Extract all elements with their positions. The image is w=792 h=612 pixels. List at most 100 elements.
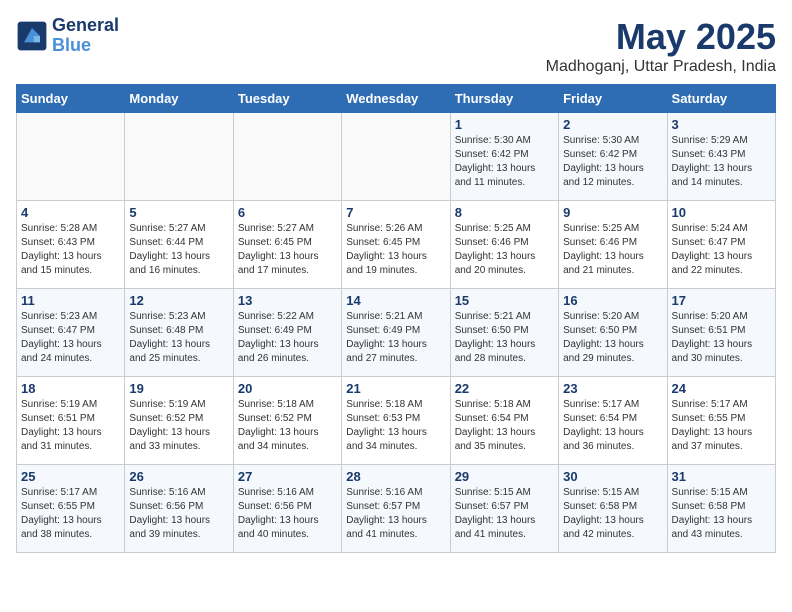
logo-line2: Blue [52,36,119,56]
day-number: 20 [238,381,337,396]
day-cell: 8Sunrise: 5:25 AM Sunset: 6:46 PM Daylig… [450,201,558,289]
day-cell: 16Sunrise: 5:20 AM Sunset: 6:50 PM Dayli… [559,289,667,377]
week-row-3: 11 Sunrise: 5:23 AM Sunset: 6:47 PM Dayli… [17,289,776,377]
calendar-title: May 2025 [546,16,776,58]
day-info: Sunrise: 5:17 AM Sunset: 6:54 PM Dayligh… [563,398,662,454]
day-number: 2 [563,117,662,132]
day-cell [233,113,341,201]
day-cell: 28Sunrise: 5:16 AM Sunset: 6:57 PM Dayli… [342,465,450,553]
day-info: Sunrise: 5:27 AM Sunset: 6:44 PM Dayligh… [129,222,228,278]
logo-icon [16,20,48,52]
week-row-4: 18 Sunrise: 5:19 AM Sunset: 6:51 PM Dayli… [17,377,776,465]
day-cell: 20 Sunrise: 5:18 AM Sunset: 6:52 PM Dayli… [233,377,341,465]
day-info: Sunrise: 5:30 AM Sunset: 6:42 PM Dayligh… [563,134,662,190]
day-cell: 11 Sunrise: 5:23 AM Sunset: 6:47 PM Dayli… [17,289,125,377]
day-cell [342,113,450,201]
day-cell: 17 Sunrise: 5:20 AM Sunset: 6:51 PM Dayli… [667,289,775,377]
day-cell: 14 Sunrise: 5:21 AM Sunset: 6:49 PM Dayli… [342,289,450,377]
logo-line1: General [52,16,119,36]
day-info: Sunrise: 5:15 AM Sunset: 6:58 PM Dayligh… [563,486,662,542]
day-number: 26 [129,469,228,484]
day-info: Sunrise: 5:18 AM Sunset: 6:52 PM Dayligh… [238,398,337,454]
day-info: Sunrise: 5:17 AM Sunset: 6:55 PM Dayligh… [21,486,120,542]
calendar-subtitle: Madhoganj, Uttar Pradesh, India [546,58,776,76]
day-info: Sunrise: 5:22 AM Sunset: 6:49 PM Dayligh… [238,310,337,366]
day-number: 4 [21,205,120,220]
week-row-5: 25Sunrise: 5:17 AM Sunset: 6:55 PM Dayli… [17,465,776,553]
weekday-header-row: SundayMondayTuesdayWednesdayThursdayFrid… [17,85,776,113]
day-cell: 19 Sunrise: 5:19 AM Sunset: 6:52 PM Dayli… [125,377,233,465]
day-number: 13 [238,293,337,308]
day-info: Sunrise: 5:21 AM Sunset: 6:49 PM Dayligh… [346,310,445,366]
day-number: 31 [672,469,771,484]
day-cell: 23 Sunrise: 5:17 AM Sunset: 6:54 PM Dayli… [559,377,667,465]
day-info: Sunrise: 5:23 AM Sunset: 6:48 PM Dayligh… [129,310,228,366]
day-cell: 21Sunrise: 5:18 AM Sunset: 6:53 PM Dayli… [342,377,450,465]
day-number: 6 [238,205,337,220]
day-cell: 24Sunrise: 5:17 AM Sunset: 6:55 PM Dayli… [667,377,775,465]
day-number: 19 [129,381,228,396]
day-number: 23 [563,381,662,396]
day-number: 14 [346,293,445,308]
day-number: 29 [455,469,554,484]
day-number: 3 [672,117,771,132]
day-info: Sunrise: 5:28 AM Sunset: 6:43 PM Dayligh… [21,222,120,278]
day-cell: 7Sunrise: 5:26 AM Sunset: 6:45 PM Daylig… [342,201,450,289]
day-number: 12 [129,293,228,308]
day-cell: 5 Sunrise: 5:27 AM Sunset: 6:44 PM Daylig… [125,201,233,289]
day-number: 17 [672,293,771,308]
weekday-sunday: Sunday [17,85,125,113]
day-info: Sunrise: 5:24 AM Sunset: 6:47 PM Dayligh… [672,222,771,278]
calendar-table: SundayMondayTuesdayWednesdayThursdayFrid… [16,84,776,553]
logo-text: General Blue [52,16,119,56]
day-number: 28 [346,469,445,484]
day-info: Sunrise: 5:23 AM Sunset: 6:47 PM Dayligh… [21,310,120,366]
day-info: Sunrise: 5:29 AM Sunset: 6:43 PM Dayligh… [672,134,771,190]
weekday-saturday: Saturday [667,85,775,113]
page-header: General Blue May 2025 Madhoganj, Uttar P… [16,16,776,76]
day-info: Sunrise: 5:20 AM Sunset: 6:50 PM Dayligh… [563,310,662,366]
day-cell: 22Sunrise: 5:18 AM Sunset: 6:54 PM Dayli… [450,377,558,465]
day-cell: 6 Sunrise: 5:27 AM Sunset: 6:45 PM Daylig… [233,201,341,289]
day-cell: 27 Sunrise: 5:16 AM Sunset: 6:56 PM Dayli… [233,465,341,553]
day-cell: 29 Sunrise: 5:15 AM Sunset: 6:57 PM Dayli… [450,465,558,553]
logo: General Blue [16,16,119,56]
day-cell: 4 Sunrise: 5:28 AM Sunset: 6:43 PM Daylig… [17,201,125,289]
day-cell: 10Sunrise: 5:24 AM Sunset: 6:47 PM Dayli… [667,201,775,289]
day-number: 15 [455,293,554,308]
day-info: Sunrise: 5:19 AM Sunset: 6:52 PM Dayligh… [129,398,228,454]
day-info: Sunrise: 5:15 AM Sunset: 6:57 PM Dayligh… [455,486,554,542]
day-number: 30 [563,469,662,484]
day-info: Sunrise: 5:20 AM Sunset: 6:51 PM Dayligh… [672,310,771,366]
day-number: 18 [21,381,120,396]
day-info: Sunrise: 5:27 AM Sunset: 6:45 PM Dayligh… [238,222,337,278]
calendar-body: 1Sunrise: 5:30 AM Sunset: 6:42 PM Daylig… [17,113,776,553]
day-cell: 3 Sunrise: 5:29 AM Sunset: 6:43 PM Daylig… [667,113,775,201]
day-info: Sunrise: 5:15 AM Sunset: 6:58 PM Dayligh… [672,486,771,542]
day-cell: 31 Sunrise: 5:15 AM Sunset: 6:58 PM Dayli… [667,465,775,553]
day-cell: 26Sunrise: 5:16 AM Sunset: 6:56 PM Dayli… [125,465,233,553]
day-info: Sunrise: 5:21 AM Sunset: 6:50 PM Dayligh… [455,310,554,366]
weekday-friday: Friday [559,85,667,113]
day-number: 11 [21,293,120,308]
day-info: Sunrise: 5:19 AM Sunset: 6:51 PM Dayligh… [21,398,120,454]
day-number: 7 [346,205,445,220]
weekday-wednesday: Wednesday [342,85,450,113]
day-number: 24 [672,381,771,396]
week-row-1: 1Sunrise: 5:30 AM Sunset: 6:42 PM Daylig… [17,113,776,201]
weekday-monday: Monday [125,85,233,113]
day-number: 5 [129,205,228,220]
week-row-2: 4 Sunrise: 5:28 AM Sunset: 6:43 PM Daylig… [17,201,776,289]
weekday-thursday: Thursday [450,85,558,113]
day-info: Sunrise: 5:25 AM Sunset: 6:46 PM Dayligh… [455,222,554,278]
day-cell: 18 Sunrise: 5:19 AM Sunset: 6:51 PM Dayli… [17,377,125,465]
day-number: 22 [455,381,554,396]
day-number: 9 [563,205,662,220]
day-number: 21 [346,381,445,396]
day-cell: 9Sunrise: 5:25 AM Sunset: 6:46 PM Daylig… [559,201,667,289]
day-cell: 1Sunrise: 5:30 AM Sunset: 6:42 PM Daylig… [450,113,558,201]
day-cell: 30 Sunrise: 5:15 AM Sunset: 6:58 PM Dayli… [559,465,667,553]
day-number: 27 [238,469,337,484]
day-info: Sunrise: 5:16 AM Sunset: 6:56 PM Dayligh… [238,486,337,542]
day-cell [17,113,125,201]
